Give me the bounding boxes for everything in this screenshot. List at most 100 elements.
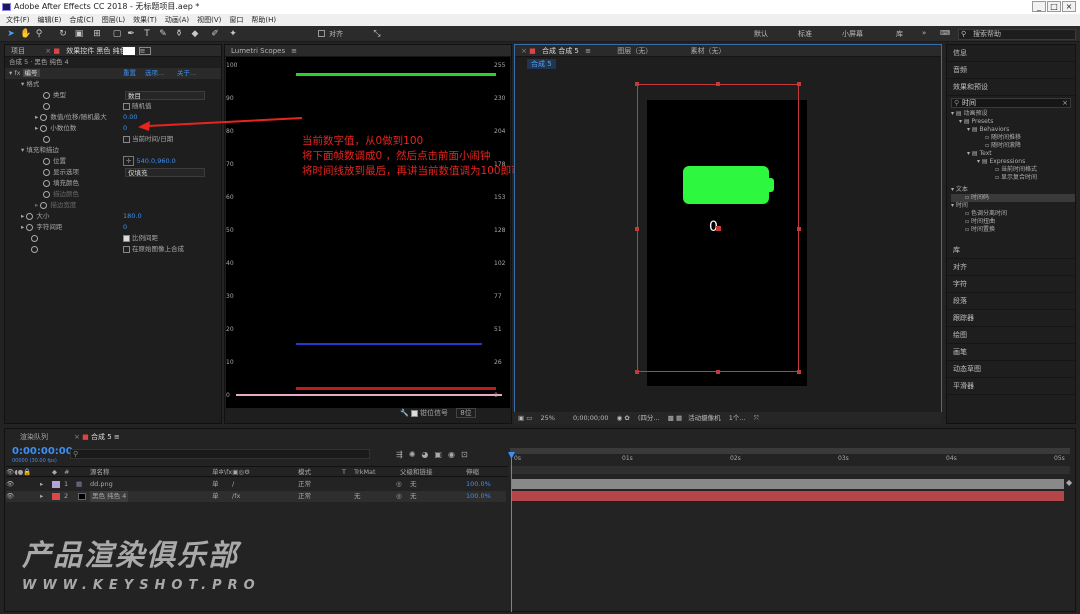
format-group[interactable]: ▾ 格式	[5, 79, 221, 90]
stopwatch-icon[interactable]	[43, 157, 50, 165]
info-panel[interactable]: 信息	[947, 45, 1075, 62]
composite-checkbox[interactable]	[123, 245, 130, 253]
parent-pickwhip-icon[interactable]: ◎	[396, 479, 402, 490]
stopwatch-icon[interactable]	[43, 91, 50, 99]
menu-window[interactable]: 窗口	[229, 14, 243, 26]
snap-options-icon[interactable]: ⤡	[372, 29, 382, 39]
tree-item-posterize-time[interactable]: ▫ 色调分离时间	[951, 210, 1075, 218]
menu-help[interactable]: 帮助(H)	[251, 14, 276, 26]
anchor-point-icon[interactable]	[716, 226, 721, 231]
workspace-standard[interactable]: 标准	[798, 29, 812, 39]
layer-shy-switch[interactable]: 单	[212, 479, 219, 490]
maximize-button[interactable]: □	[1047, 1, 1061, 12]
position-field[interactable]: 540.0,960.0	[137, 157, 176, 165]
tree-text[interactable]: ▾ ▤ Text	[951, 150, 1075, 158]
handle-top-mid[interactable]	[716, 82, 720, 86]
panel-menu-icon[interactable]: ≡	[291, 47, 297, 55]
handle-top-right[interactable]	[797, 82, 801, 86]
resolution-select[interactable]: (四分...	[638, 414, 660, 422]
character-panel[interactable]: 字符	[947, 276, 1075, 293]
motion-sketch-panel[interactable]: 动态草图	[947, 361, 1075, 378]
zoom-select[interactable]: 25%	[540, 414, 554, 422]
stopwatch-icon[interactable]	[43, 179, 50, 187]
hand-tool-icon[interactable]: ✋	[20, 29, 31, 39]
close-icon[interactable]: ×	[45, 47, 51, 55]
effect-reset-link[interactable]: 重置	[123, 68, 136, 79]
handle-bottom-left[interactable]	[635, 370, 639, 374]
current-date-checkbox[interactable]	[123, 135, 130, 143]
snap-checkbox[interactable]	[318, 30, 325, 37]
layer-parent-select[interactable]: 无	[410, 491, 417, 502]
zoom-tool-icon[interactable]: ⚲	[34, 29, 44, 39]
expand-arrow-icon[interactable]: ▸	[40, 479, 43, 490]
wrench-icon[interactable]: 🔧	[400, 409, 409, 417]
views-select[interactable]: 1个...	[729, 414, 746, 422]
tree-item-current-time-format[interactable]: ▫ 当前时间格式	[951, 166, 1075, 174]
workspace-more-button[interactable]: »	[922, 29, 926, 37]
decimals-field[interactable]: 0	[123, 123, 127, 134]
expand-arrow-icon[interactable]: ▸	[40, 491, 43, 502]
always-preview-icon[interactable]: ▣	[518, 414, 524, 422]
region-icon[interactable]: ▩	[668, 414, 674, 422]
menu-composition[interactable]: 合成(C)	[69, 14, 93, 26]
layer-shy-switch[interactable]: 单	[212, 491, 219, 502]
clone-stamp-tool-icon[interactable]: ⚱	[174, 29, 184, 39]
workspace-small-screen[interactable]: 小屏幕	[842, 29, 863, 39]
crosshair-icon[interactable]: ✛	[123, 156, 135, 166]
layer-name[interactable]: 黑色 纯色 4	[90, 491, 129, 502]
tree-item-composite-time[interactable]: ▫ 显示复合时间	[951, 174, 1075, 182]
tree-item-time-decay[interactable]: ▫ 随时间滚降	[951, 142, 1075, 150]
eyedropper-icon[interactable]	[139, 47, 151, 55]
libraries-panel[interactable]: 库	[947, 242, 1075, 259]
visibility-icon[interactable]: 👁	[6, 492, 14, 500]
audio-panel[interactable]: 音频	[947, 62, 1075, 79]
size-field[interactable]: 180.0	[123, 211, 142, 222]
timeline-search-field[interactable]: ⚲	[70, 449, 370, 459]
timeline-tab-comp[interactable]: × ■ 合成 5 ≡	[74, 432, 120, 442]
layer-bar-dd-png[interactable]	[512, 479, 1064, 489]
col-parent[interactable]: 父级和链接	[400, 467, 433, 478]
workspace-library[interactable]: 库	[896, 29, 903, 39]
eraser-tool-icon[interactable]: ◆	[190, 29, 200, 39]
motion-blur-icon[interactable]: ◉	[448, 450, 461, 459]
snapshot-icon[interactable]: ◉	[617, 414, 623, 422]
selection-tool-icon[interactable]: ➤	[6, 29, 16, 39]
tab-render-queue[interactable]: 渲染队列	[20, 432, 48, 442]
stopwatch-icon[interactable]	[43, 135, 50, 143]
effects-presets-panel[interactable]: 效果和预设	[947, 79, 1075, 96]
tab-footage[interactable]: 素材（无）	[690, 47, 725, 55]
tab-lumetri-scopes[interactable]: Lumetri Scopes	[231, 47, 285, 55]
layer-mode-select[interactable]: 正常	[298, 479, 311, 490]
paint-panel[interactable]: 绘图	[947, 327, 1075, 344]
stroke-color-swatch[interactable]	[123, 47, 135, 55]
fast-preview-icon[interactable]: ⤧	[754, 414, 759, 422]
stopwatch-icon[interactable]	[26, 212, 34, 220]
draft-3d-icon[interactable]: ✺	[409, 450, 422, 459]
col-source-name[interactable]: 源名称	[90, 467, 110, 478]
effect-options-link[interactable]: 选项...	[145, 68, 164, 79]
layer-quality-icon[interactable]: /	[232, 479, 234, 490]
stopwatch-icon[interactable]	[40, 201, 48, 209]
stopwatch-icon[interactable]	[40, 113, 48, 121]
search-help-toggle-icon[interactable]: ⌨	[940, 29, 950, 37]
fill-group[interactable]: ▾ 填充和描边	[5, 145, 221, 156]
layer-stretch[interactable]: 100.0%	[466, 491, 491, 502]
current-time-indicator[interactable]	[511, 452, 512, 612]
handle-mid-right[interactable]	[797, 227, 801, 231]
panel-menu-icon[interactable]: ≡	[585, 47, 591, 55]
tree-item-timecode[interactable]: ▫ 时间码	[951, 194, 1075, 202]
menu-layer[interactable]: 图层(L)	[102, 14, 125, 26]
minimize-button[interactable]: _	[1032, 1, 1046, 12]
layer-mode-select[interactable]: 正常	[298, 491, 311, 502]
camera-tool-icon[interactable]: ▣	[74, 29, 84, 39]
composition-mini-flowchart-icon[interactable]: ⇶	[396, 450, 409, 459]
table-row[interactable]: 👁 ▸ 2 黑色 纯色 4 单 /fx 正常 无 ◎ 无 100.0%	[6, 491, 506, 502]
menu-edit[interactable]: 编辑(E)	[38, 14, 62, 26]
layer-trkmat[interactable]: 无	[354, 491, 361, 502]
timecode-display[interactable]: 0;00;00;00	[573, 414, 609, 422]
clear-search-icon[interactable]: ×	[1062, 99, 1068, 107]
tree-animation-presets[interactable]: ▾ ▤ 动画预设	[951, 110, 1075, 118]
time-ruler[interactable]: 0s 01s 02s 03s 04s 05s	[510, 455, 1070, 465]
monitor-icon[interactable]: ▭	[526, 414, 532, 422]
pen-tool-icon[interactable]: ✒	[126, 29, 136, 39]
